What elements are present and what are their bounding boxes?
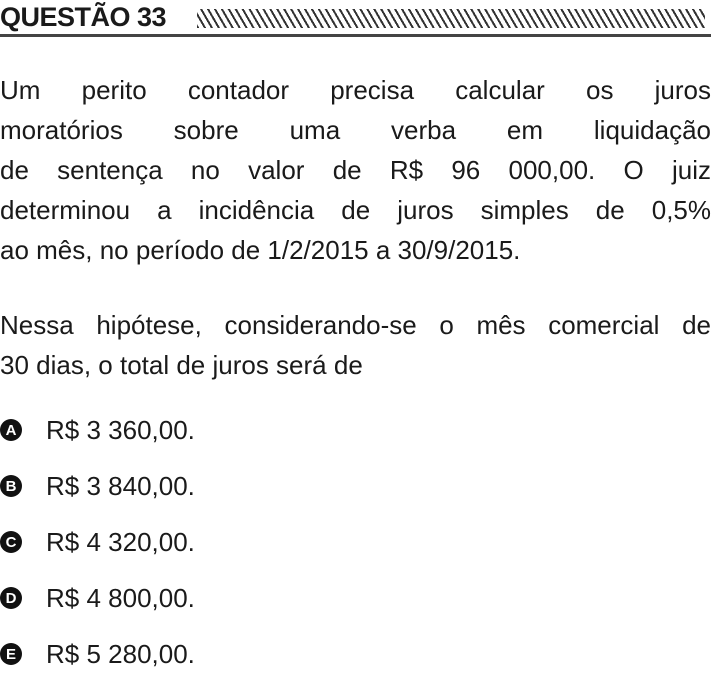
statement-line: de sentença no valor de R$ 96 000,00. O … — [0, 155, 711, 185]
statement-paragraph: Um perito contador precisa calcular os j… — [0, 70, 711, 270]
option-letter-badge: D — [0, 587, 22, 609]
option-d[interactable]: D R$ 4 800,00. — [0, 578, 195, 618]
statement-line: determinou a incidência de juros simples… — [0, 195, 711, 225]
question-title: QUESTÃO 33 — [0, 2, 167, 32]
option-letter-badge: A — [0, 419, 22, 441]
header-divider — [0, 34, 711, 37]
option-b[interactable]: B R$ 3 840,00. — [0, 466, 195, 506]
option-letter-badge: C — [0, 531, 22, 553]
option-letter-badge: E — [0, 643, 22, 665]
statement-line: Um perito contador precisa calcular os j… — [0, 75, 711, 105]
option-letter-badge: B — [0, 475, 22, 497]
statement-line: moratórios sobre uma verba em liquidação — [0, 115, 711, 145]
question-line: Nessa hipótese, considerando-se o mês co… — [0, 310, 711, 340]
option-text: R$ 4 800,00. — [46, 582, 195, 613]
statement-line: ao mês, no período de 1/2/2015 a 30/9/20… — [0, 235, 521, 265]
option-text: R$ 3 360,00. — [46, 414, 195, 445]
option-text: R$ 4 320,00. — [46, 526, 195, 557]
option-text: R$ 5 280,00. — [46, 638, 195, 669]
question-line: 30 dias, o total de juros será de — [0, 350, 363, 380]
question-paragraph: Nessa hipótese, considerando-se o mês co… — [0, 305, 711, 385]
option-e[interactable]: E R$ 5 280,00. — [0, 634, 195, 674]
option-c[interactable]: C R$ 4 320,00. — [0, 522, 195, 562]
hatch-decoration — [197, 9, 705, 28]
option-text: R$ 3 840,00. — [46, 470, 195, 501]
question-header: QUESTÃO 33 — [0, 0, 711, 40]
option-a[interactable]: A R$ 3 360,00. — [0, 410, 195, 450]
